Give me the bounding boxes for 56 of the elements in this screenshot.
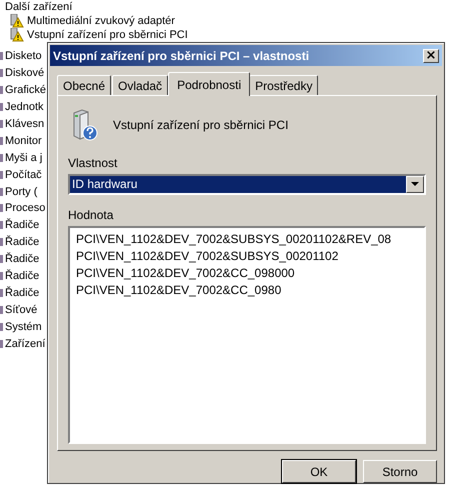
tree-item[interactable]: Grafické (5, 82, 46, 98)
tree-node-icon (0, 340, 3, 348)
value-label: Hodnota (68, 208, 114, 222)
tree-item[interactable]: Síťové (5, 302, 38, 318)
tab[interactable]: Prostředky (249, 75, 318, 96)
tree-node-icon (0, 136, 3, 145)
device-name: Vstupní zařízení pro sběrnici PCI (113, 118, 288, 132)
tree-item[interactable]: Multimediální zvukový adaptér (27, 14, 175, 28)
tab[interactable]: Ovladač (112, 75, 168, 96)
list-item[interactable]: PCI\VEN_1102&DEV_7002&CC_098000 (76, 265, 418, 282)
tree-item[interactable]: Proceso (5, 200, 46, 216)
tree-node-icon (0, 120, 3, 128)
tree-node-icon (0, 52, 3, 60)
tab[interactable]: Obecné (57, 75, 112, 96)
property-label: Vlastnost (68, 156, 118, 170)
dialog-button[interactable]: OK (282, 460, 356, 483)
tree-item[interactable]: Počítač (5, 166, 42, 183)
list-item[interactable]: PCI\VEN_1102&DEV_7002&SUBSYS_00201102&REV_08 (76, 231, 418, 248)
close-button[interactable]: × (423, 48, 439, 63)
tree-node-icon (0, 154, 3, 162)
tree-node-icon (0, 204, 3, 212)
tree-item[interactable]: Systém (5, 318, 42, 335)
dropdown-arrow-icon (411, 182, 419, 188)
tree-item[interactable]: Řadiče (5, 217, 40, 234)
tree-item[interactable]: Řadiče (5, 268, 40, 284)
tree-item[interactable]: Klávesn (5, 116, 44, 132)
tree-node-icon (0, 255, 3, 264)
tree-item[interactable]: Myši a j (5, 150, 42, 166)
tree-node-icon (0, 322, 3, 331)
property-dropdown[interactable]: ID hardwaru (68, 174, 426, 196)
tree-item[interactable]: Řadiče (5, 234, 40, 250)
tree-item[interactable]: Řadiče (5, 284, 40, 301)
tree-item[interactable]: Porty ( (5, 184, 38, 200)
tree-item[interactable]: Zařízení (5, 336, 46, 352)
tree-node-icon (0, 238, 3, 246)
tree-node-icon (0, 86, 3, 94)
tree-item[interactable]: Další zařízení (0, 0, 461, 14)
window-title: Vstupní zařízení pro sběrnici PCI – vlastnosti (53, 48, 310, 63)
dialog-button[interactable]: Storno (363, 460, 437, 483)
tree-node-icon (0, 103, 3, 112)
list-item[interactable]: PCI\VEN_1102&DEV_7002&CC_0980 (76, 282, 418, 300)
tree-item[interactable]: Řadiče (5, 251, 40, 268)
list-item[interactable]: PCI\VEN_1102&DEV_7002&SUBSYS_00201102 (76, 248, 418, 266)
tree-item[interactable]: Jednotk (5, 99, 44, 116)
tab[interactable]: Podrobnosti (168, 72, 250, 96)
tree-node-icon (0, 288, 3, 297)
tree-node-icon (0, 69, 3, 78)
tree-node-icon (0, 221, 3, 230)
tree-node-icon (0, 306, 3, 314)
tree-item[interactable]: Disketo (5, 48, 42, 64)
tree-item[interactable]: Diskové (5, 65, 44, 82)
tree-item[interactable]: Vstupní zařízení pro sběrnici PCI (27, 28, 188, 42)
tree-node-icon (0, 188, 3, 196)
tree-item[interactable]: Monitor (5, 132, 42, 149)
tree-node-icon (0, 272, 3, 280)
tree-node-icon (0, 170, 3, 179)
